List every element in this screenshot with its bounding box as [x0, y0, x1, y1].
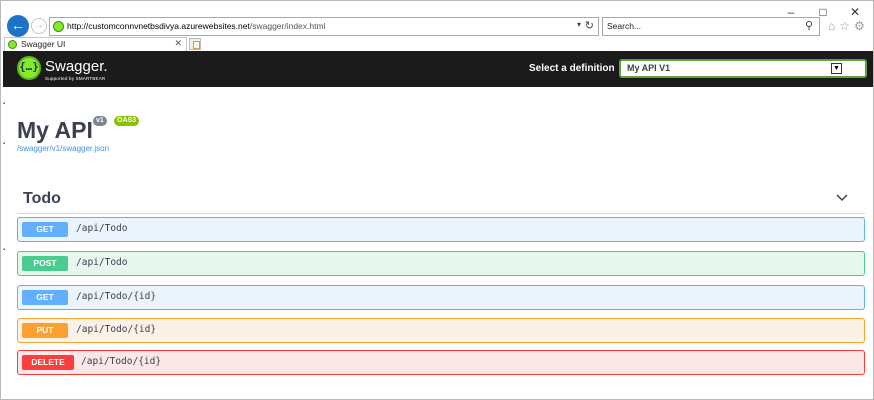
browser-window: – □ ✕ ← → http://customconnvnetbsdivya.a… [0, 0, 874, 400]
operation-path: /api/Todo/{id} [76, 291, 157, 302]
tab-title: Swagger UI [21, 39, 66, 49]
forward-button[interactable]: → [31, 18, 47, 34]
definition-select[interactable]: My API V1 ▼ [619, 59, 867, 78]
operation-path: /api/Todo [76, 223, 128, 234]
tab-row: Swagger UI ✕ [1, 37, 874, 51]
edge-artifact: ▪ [3, 141, 6, 147]
url-path: /swagger/index.html [249, 21, 326, 31]
search-box[interactable]: Search... ⚲ [602, 17, 820, 36]
address-bar[interactable]: http://customconnvnetbsdivya.azurewebsit… [49, 17, 599, 36]
method-badge: PUT [22, 323, 68, 338]
operation-get-todo[interactable]: GET /api/Todo [17, 217, 865, 242]
operation-path: /api/Todo/{id} [76, 324, 157, 335]
section-divider [17, 213, 865, 214]
definition-label: Select a definition [529, 63, 615, 74]
tab-close-icon[interactable]: ✕ [174, 38, 182, 49]
operation-delete-todo-id[interactable]: DELETE /api/Todo/{id} [17, 350, 865, 375]
tag-title[interactable]: Todo [23, 190, 61, 208]
favorites-star-icon[interactable]: ☆ [839, 19, 850, 33]
swagger-topbar: {…} Swagger. Supported by SMARTBEAR Sele… [3, 51, 873, 87]
spec-link[interactable]: /swagger/v1/swagger.json [17, 144, 109, 153]
brand-subtitle: Supported by SMARTBEAR [45, 76, 106, 81]
search-input[interactable]: Search... [607, 21, 641, 31]
operation-path: /api/Todo [76, 257, 128, 268]
method-badge: GET [22, 222, 68, 237]
page-title: My API [17, 117, 93, 143]
site-favicon-icon [53, 21, 64, 32]
method-badge: GET [22, 290, 68, 305]
refresh-icon[interactable]: ↻ [585, 19, 594, 32]
browser-navbar: ← → http://customconnvnetbsdivya.azurewe… [1, 15, 874, 39]
edge-artifact: ▪ [3, 101, 6, 107]
address-dropdown-icon[interactable]: ▾ [577, 20, 581, 29]
swagger-logo-icon[interactable]: {…} [17, 56, 41, 80]
operation-get-todo-id[interactable]: GET /api/Todo/{id} [17, 285, 865, 310]
tab-swagger-ui[interactable]: Swagger UI ✕ [4, 37, 187, 51]
definition-value: My API V1 [627, 63, 671, 73]
search-icon[interactable]: ⚲ [805, 19, 813, 32]
home-icon[interactable]: ⌂ [828, 19, 835, 33]
logo-glyph: {…} [19, 60, 39, 73]
settings-gear-icon[interactable]: ⚙ [854, 19, 865, 33]
address-url: http://customconnvnetbsdivya.azurewebsit… [67, 21, 325, 31]
operation-path: /api/Todo/{id} [81, 356, 162, 367]
tab-favicon-icon [8, 40, 17, 49]
chevron-down-icon[interactable] [836, 193, 848, 203]
url-host: http://customconnvnetbsdivya.azurewebsit… [67, 21, 250, 31]
method-badge: DELETE [22, 355, 74, 370]
operation-post-todo[interactable]: POST /api/Todo [17, 251, 865, 276]
version-badge: v1 [93, 116, 107, 126]
oas-badge: OAS3 [114, 116, 140, 126]
edge-artifact: ▪ [3, 247, 6, 253]
brand-name[interactable]: Swagger. [45, 58, 108, 75]
toolbar-icons: ⌂ ☆ ⚙ [828, 19, 865, 33]
back-button[interactable]: ← [7, 15, 29, 37]
chevron-down-icon[interactable]: ▼ [831, 63, 842, 74]
operation-put-todo-id[interactable]: PUT /api/Todo/{id} [17, 318, 865, 343]
method-badge: POST [22, 256, 68, 271]
new-tab-button[interactable] [189, 38, 201, 50]
